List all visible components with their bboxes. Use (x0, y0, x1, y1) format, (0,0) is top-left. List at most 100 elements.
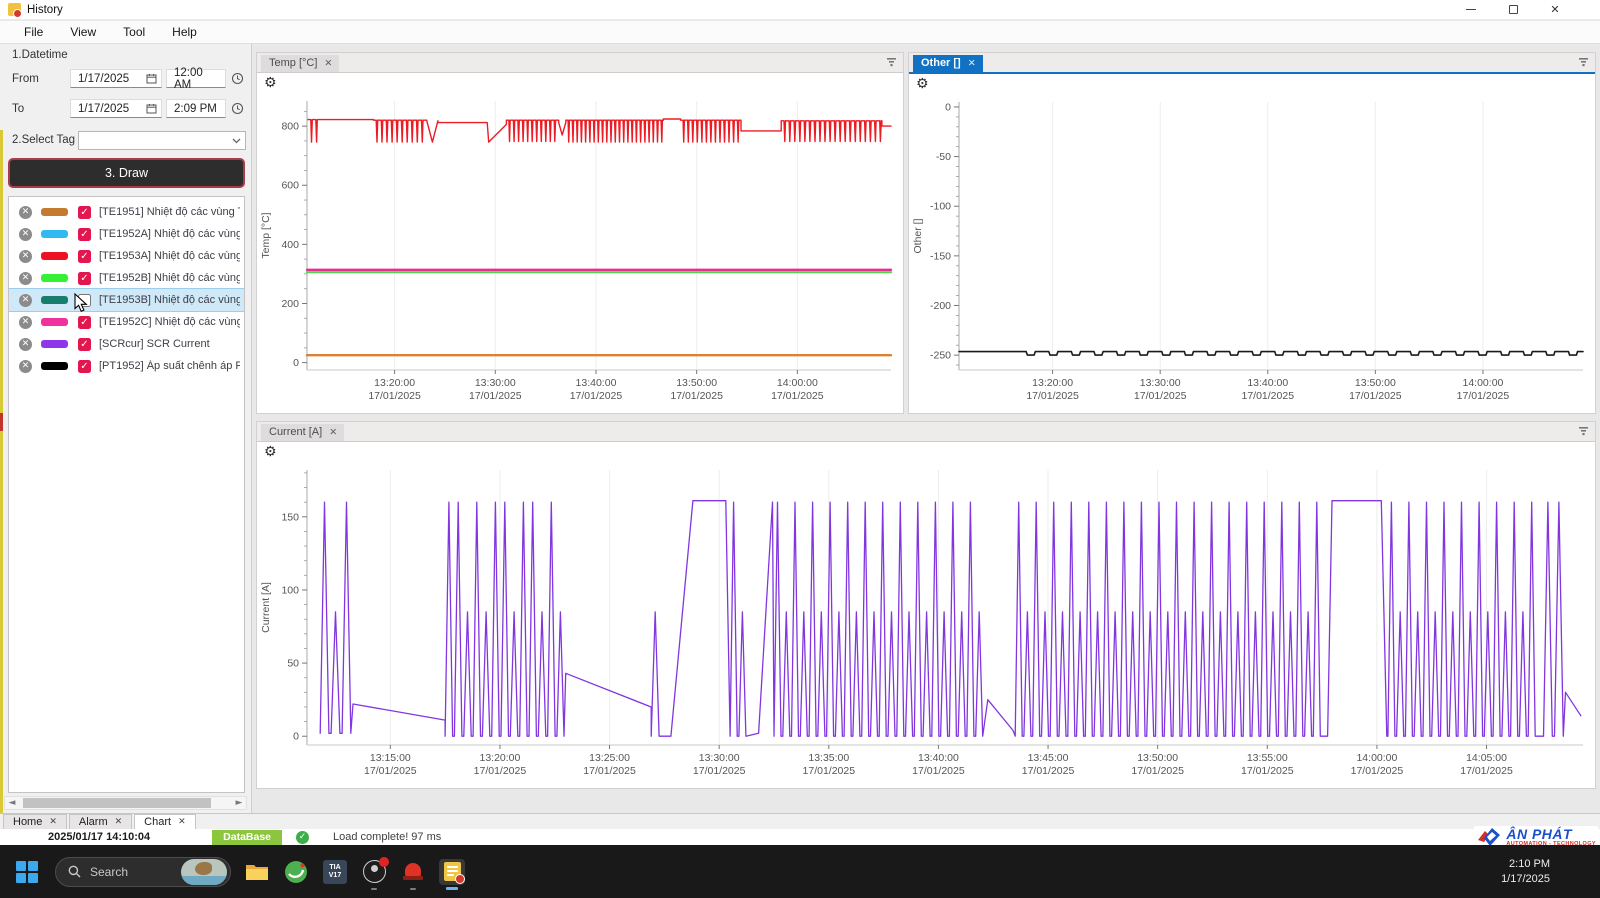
tag-delete-icon[interactable]: ✕ (19, 338, 32, 351)
x-tick-time: 13:50:00 (676, 377, 717, 389)
doc-tab-close-icon[interactable]: ✕ (178, 817, 186, 827)
tag-delete-icon[interactable]: ✕ (19, 316, 32, 329)
doc-tab-home[interactable]: Home✕ (3, 814, 67, 829)
tag-label: [TE1951] Nhiệt độ các vùng TE 195 (99, 206, 240, 218)
tag-checkbox[interactable]: ✓ (78, 206, 91, 219)
tag-row[interactable]: ✕✓[TE1952A] Nhiệt độ các vùng TE 19 (9, 223, 244, 245)
x-tick-time: 13:20:00 (374, 377, 415, 389)
tag-delete-icon[interactable]: ✕ (19, 206, 32, 219)
tag-checkbox[interactable]: ✓ (78, 250, 91, 263)
doc-tab-close-icon[interactable]: ✕ (49, 817, 57, 827)
gear-icon[interactable]: ⚙ (264, 445, 277, 459)
x-tick-time: 13:50:00 (1355, 377, 1396, 389)
gear-icon[interactable]: ⚙ (264, 76, 277, 90)
from-time-field[interactable]: 12:00 AM (166, 69, 226, 88)
taskbar-alarm-app-icon[interactable] (400, 859, 426, 885)
tag-row[interactable]: ✕✓[TE1953A] Nhiệt độ các vùng TE 19 (9, 245, 244, 267)
menu-help[interactable]: Help (160, 22, 212, 42)
tab-current-label: Current [A] (269, 426, 322, 438)
taskbar-history-app-icon[interactable] (439, 859, 465, 885)
tag-checkbox[interactable]: ✓ (78, 338, 91, 351)
tab-current-close-icon[interactable]: ✕ (329, 427, 337, 438)
to-time-field[interactable]: 2:09 PM (166, 99, 226, 118)
y-tick-label: 400 (281, 239, 299, 251)
taskbar-obs-icon[interactable] (361, 859, 387, 885)
menu-tool[interactable]: Tool (111, 22, 160, 42)
taskbar-green-app-icon[interactable] (283, 859, 309, 885)
to-date-field[interactable]: 1/17/2025 (70, 99, 162, 118)
from-date-field[interactable]: 1/17/2025 (70, 69, 162, 88)
tag-checkbox[interactable]: ✓ (78, 272, 91, 285)
doc-tab-alarm[interactable]: Alarm✕ (69, 814, 132, 829)
tab-other-close-icon[interactable]: ✕ (968, 58, 976, 69)
search-input[interactable]: Search (55, 857, 231, 887)
taskbar: Search TIAV17 2:10 PM 1/17/2025 (0, 845, 1600, 898)
tag-delete-icon[interactable]: ✕ (19, 294, 32, 307)
calendar-icon[interactable] (146, 73, 157, 84)
panel-temp-toolbar: ⚙ (257, 73, 903, 93)
filter-icon[interactable] (1578, 57, 1589, 67)
tag-row[interactable]: ✕ ✓ [TE1951] Nhiệt độ các vùng TE 195 (9, 201, 244, 223)
search-highlight-image[interactable] (181, 859, 227, 885)
y-tick-label: 200 (281, 298, 299, 310)
tag-checkbox[interactable]: ✓ (78, 228, 91, 241)
menu-view[interactable]: View (58, 22, 111, 42)
tab-current[interactable]: Current [A] ✕ (261, 424, 344, 441)
scroll-right-icon[interactable]: ► (232, 798, 246, 808)
tab-temp[interactable]: Temp [°C] ✕ (261, 55, 339, 72)
taskbar-clock[interactable]: 2:10 PM 1/17/2025 (1501, 857, 1550, 887)
tag-color-swatch (41, 274, 68, 282)
taskbar-tia-v17-icon[interactable]: TIAV17 (322, 859, 348, 885)
tag-delete-icon[interactable]: ✕ (19, 360, 32, 373)
x-tick-time: 13:35:00 (808, 752, 849, 764)
minimize-button[interactable] (1450, 0, 1492, 19)
scroll-left-icon[interactable]: ◄ (5, 798, 19, 808)
tab-temp-label: Temp [°C] (269, 57, 317, 69)
current-chart[interactable]: 05010015013:15:0017/01/202513:20:0017/01… (257, 462, 1595, 787)
menu-file[interactable]: File (12, 22, 58, 42)
draw-button[interactable]: 3. Draw (8, 158, 245, 188)
doc-tab-close-icon[interactable]: ✕ (115, 817, 123, 827)
tab-other[interactable]: Other [] ✕ (913, 55, 983, 72)
tag-row[interactable]: ✕ ✓ [PT1952] Áp suất chênh áp PT 195 (9, 355, 244, 377)
filter-icon[interactable] (886, 57, 897, 67)
scrollbar-thumb[interactable] (23, 798, 211, 808)
x-tick-time: 14:05:00 (1466, 752, 1507, 764)
x-tick-time: 14:00:00 (777, 377, 818, 389)
x-tick-date: 17/01/2025 (1351, 765, 1404, 777)
y-tick-label: 600 (281, 180, 299, 192)
tag-label: [PT1952] Áp suất chênh áp PT 195 (99, 360, 240, 372)
tag-delete-icon[interactable]: ✕ (19, 250, 32, 263)
clock-icon[interactable] (231, 102, 244, 115)
y-tick-label: -200 (930, 300, 951, 312)
select-tag-dropdown[interactable] (78, 131, 246, 150)
tag-delete-icon[interactable]: ✕ (19, 272, 32, 285)
start-button[interactable] (16, 861, 38, 883)
other-chart[interactable]: 0-50-100-150-200-25013:20:0017/01/202513… (909, 94, 1595, 412)
clock-date: 1/17/2025 (1501, 872, 1550, 887)
tag-row[interactable]: ✕✓[SCRcur] SCR Current (9, 333, 244, 355)
tab-temp-close-icon[interactable]: ✕ (324, 58, 332, 69)
tag-delete-icon[interactable]: ✕ (19, 228, 32, 241)
filter-icon[interactable] (1578, 426, 1589, 436)
close-button[interactable]: ✕ (1534, 0, 1576, 19)
y-tick-label: 100 (281, 584, 299, 596)
gear-icon[interactable]: ⚙ (916, 77, 929, 91)
calendar-icon[interactable] (146, 103, 157, 114)
tag-checkbox[interactable]: ✓ (78, 360, 91, 373)
horizontal-scrollbar[interactable]: ◄ ► (4, 796, 247, 810)
x-tick-time: 13:40:00 (1247, 377, 1288, 389)
select-tag-label: 2.Select Tag (12, 134, 75, 146)
y-tick-label: -50 (936, 151, 951, 163)
temp-chart[interactable]: 020040060080013:20:0017/01/202513:30:001… (257, 93, 903, 412)
taskbar-file-explorer-icon[interactable] (244, 859, 270, 885)
tag-row[interactable]: ✕✓[TE1952C] Nhiệt độ các vùng TE 19 (9, 311, 244, 333)
tag-checkbox[interactable]: ✓ (78, 316, 91, 329)
tag-row[interactable]: ✕[TE1953B] Nhiệt độ các vùng TE 19 (9, 289, 244, 311)
clock-icon[interactable] (231, 72, 244, 85)
app-icon (8, 3, 21, 16)
y-axis-label: Other [] (912, 218, 924, 253)
maximize-button[interactable] (1492, 0, 1534, 19)
doc-tab-chart[interactable]: Chart✕ (134, 814, 195, 829)
tag-row[interactable]: ✕✓[TE1952B] Nhiệt độ các vùng TE 19 (9, 267, 244, 289)
